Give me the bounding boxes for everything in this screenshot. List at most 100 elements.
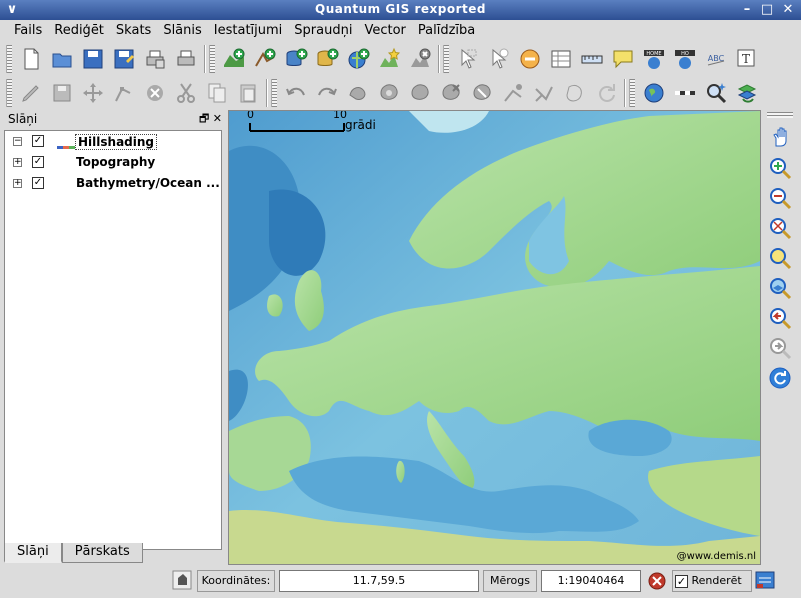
toolbar-grip[interactable] bbox=[443, 45, 449, 73]
open-project-icon[interactable] bbox=[46, 44, 77, 74]
map-image[interactable] bbox=[229, 111, 760, 564]
tab-layers[interactable]: Slāņi bbox=[4, 543, 62, 563]
map-canvas[interactable]: 0 10 grādi @www.demis.nl bbox=[228, 110, 761, 565]
annotation-icon[interactable]: T bbox=[731, 44, 762, 74]
new-vector-layer-icon[interactable] bbox=[373, 44, 404, 74]
layer-tree[interactable]: − ✓ Hillshading + ✓ Topography + ✓ Bathy… bbox=[4, 130, 222, 550]
toolbar-grip[interactable] bbox=[271, 79, 277, 107]
toolbar-grip[interactable] bbox=[629, 79, 635, 107]
scale-unit: grādi bbox=[345, 118, 376, 132]
layer-row-bathymetry[interactable]: + ✓ Bathymetry/Ocean ... bbox=[5, 173, 221, 194]
save-project-icon[interactable] bbox=[77, 44, 108, 74]
add-spatialite-icon[interactable] bbox=[311, 44, 342, 74]
edit-pencil-icon[interactable] bbox=[15, 78, 46, 108]
simplify-icon[interactable] bbox=[342, 78, 373, 108]
stop-render-icon[interactable] bbox=[647, 570, 667, 592]
reshape-icon[interactable] bbox=[497, 78, 528, 108]
minimize-icon[interactable]: – bbox=[739, 2, 755, 18]
toolbar-grip[interactable] bbox=[209, 45, 215, 73]
map-tips-icon[interactable] bbox=[607, 44, 638, 74]
add-raster-icon[interactable] bbox=[218, 44, 249, 74]
expand-icon[interactable]: + bbox=[13, 179, 22, 188]
pan-icon[interactable] bbox=[766, 124, 794, 152]
layer-name: Bathymetry/Ocean ... bbox=[76, 176, 220, 190]
remove-layer-icon[interactable] bbox=[404, 44, 435, 74]
toolbar-grip[interactable] bbox=[6, 45, 12, 73]
menu-palidziba[interactable]: Palīdzība bbox=[412, 23, 481, 38]
identify-icon[interactable] bbox=[483, 44, 514, 74]
render-checkbox[interactable]: ✓ bbox=[675, 574, 688, 588]
toolbar-grip[interactable] bbox=[6, 79, 12, 107]
zoom-next-icon[interactable] bbox=[766, 334, 794, 362]
zoom-layer-icon[interactable] bbox=[766, 274, 794, 302]
undo-icon[interactable] bbox=[280, 78, 311, 108]
projection-icon[interactable] bbox=[755, 570, 775, 592]
layer-row-hillshading[interactable]: − ✓ Hillshading bbox=[5, 131, 221, 152]
expand-icon[interactable]: + bbox=[13, 158, 22, 167]
measure-icon[interactable] bbox=[514, 44, 545, 74]
add-wms-icon[interactable] bbox=[342, 44, 373, 74]
add-part-icon[interactable] bbox=[404, 78, 435, 108]
measure-line-icon[interactable] bbox=[576, 44, 607, 74]
cut-icon[interactable] bbox=[170, 78, 201, 108]
add-vector-icon[interactable] bbox=[249, 44, 280, 74]
layer-visibility-checkbox[interactable]: ✓ bbox=[32, 135, 44, 147]
mouse-tracking-icon[interactable] bbox=[172, 570, 192, 592]
tab-overview[interactable]: Pārskats bbox=[61, 543, 143, 563]
close-icon[interactable]: ✕ bbox=[780, 2, 796, 18]
menu-slanis[interactable]: Slānis bbox=[157, 23, 207, 38]
save-edits-icon[interactable] bbox=[46, 78, 77, 108]
menu-skats[interactable]: Skats bbox=[110, 23, 157, 38]
layer-visibility-checkbox[interactable]: ✓ bbox=[32, 177, 44, 189]
zoom-full-icon[interactable] bbox=[766, 214, 794, 242]
node-tool-icon[interactable] bbox=[108, 78, 139, 108]
delete-ring-icon[interactable] bbox=[435, 78, 466, 108]
layer-name: Hillshading bbox=[75, 134, 158, 150]
zoom-last-icon[interactable] bbox=[766, 304, 794, 332]
label-icon[interactable]: ABC bbox=[700, 44, 731, 74]
close-panel-icon[interactable]: ✕ bbox=[213, 112, 222, 125]
menu-fails[interactable]: Fails bbox=[8, 23, 48, 38]
menu-rediget[interactable]: Rediģēt bbox=[48, 23, 110, 38]
delete-part-icon[interactable] bbox=[466, 78, 497, 108]
menu-spraudni[interactable]: Spraudņi bbox=[288, 23, 358, 38]
print-composer-icon[interactable] bbox=[139, 44, 170, 74]
zoom-in-icon[interactable] bbox=[766, 154, 794, 182]
rotate-icon[interactable] bbox=[590, 78, 621, 108]
globe-icon[interactable] bbox=[638, 78, 669, 108]
home-alt-icon[interactable]: HO bbox=[669, 44, 700, 74]
merge-icon[interactable] bbox=[559, 78, 590, 108]
refresh-icon[interactable] bbox=[766, 364, 794, 392]
move-feature-icon[interactable] bbox=[77, 78, 108, 108]
menu-iestatijumi[interactable]: Iestatījumi bbox=[208, 23, 289, 38]
new-project-icon[interactable] bbox=[15, 44, 46, 74]
paste-icon[interactable] bbox=[232, 78, 263, 108]
collapse-icon[interactable]: − bbox=[13, 137, 22, 146]
zoom-out-icon[interactable] bbox=[766, 184, 794, 212]
zoom-magic-icon[interactable] bbox=[700, 78, 731, 108]
refresh-layers-icon[interactable] bbox=[731, 78, 762, 108]
ruler-icon[interactable] bbox=[669, 78, 700, 108]
select-icon[interactable] bbox=[452, 44, 483, 74]
toolbar-grip[interactable] bbox=[767, 112, 793, 118]
copy-icon[interactable] bbox=[201, 78, 232, 108]
attribute-table-icon[interactable] bbox=[545, 44, 576, 74]
render-toggle[interactable]: ✓ Renderēt bbox=[672, 570, 752, 592]
maximize-icon[interactable]: □ bbox=[759, 2, 775, 18]
svg-text:T: T bbox=[741, 52, 749, 66]
layer-visibility-checkbox[interactable]: ✓ bbox=[32, 156, 44, 168]
home-icon[interactable]: HOME bbox=[638, 44, 669, 74]
zoom-selection-icon[interactable] bbox=[766, 244, 794, 272]
redo-icon[interactable] bbox=[311, 78, 342, 108]
menu-vector[interactable]: Vector bbox=[358, 23, 411, 38]
layers-panel-title: Slāņi bbox=[8, 112, 38, 126]
add-postgis-icon[interactable] bbox=[280, 44, 311, 74]
split-icon[interactable] bbox=[528, 78, 559, 108]
layer-row-topography[interactable]: + ✓ Topography bbox=[5, 152, 221, 173]
delete-selected-icon[interactable] bbox=[139, 78, 170, 108]
float-panel-icon[interactable]: 🗗 bbox=[199, 112, 209, 125]
save-as-icon[interactable] bbox=[108, 44, 139, 74]
scale-field[interactable]: 1:19040464 bbox=[541, 570, 641, 592]
print-icon[interactable] bbox=[170, 44, 201, 74]
add-ring-icon[interactable] bbox=[373, 78, 404, 108]
